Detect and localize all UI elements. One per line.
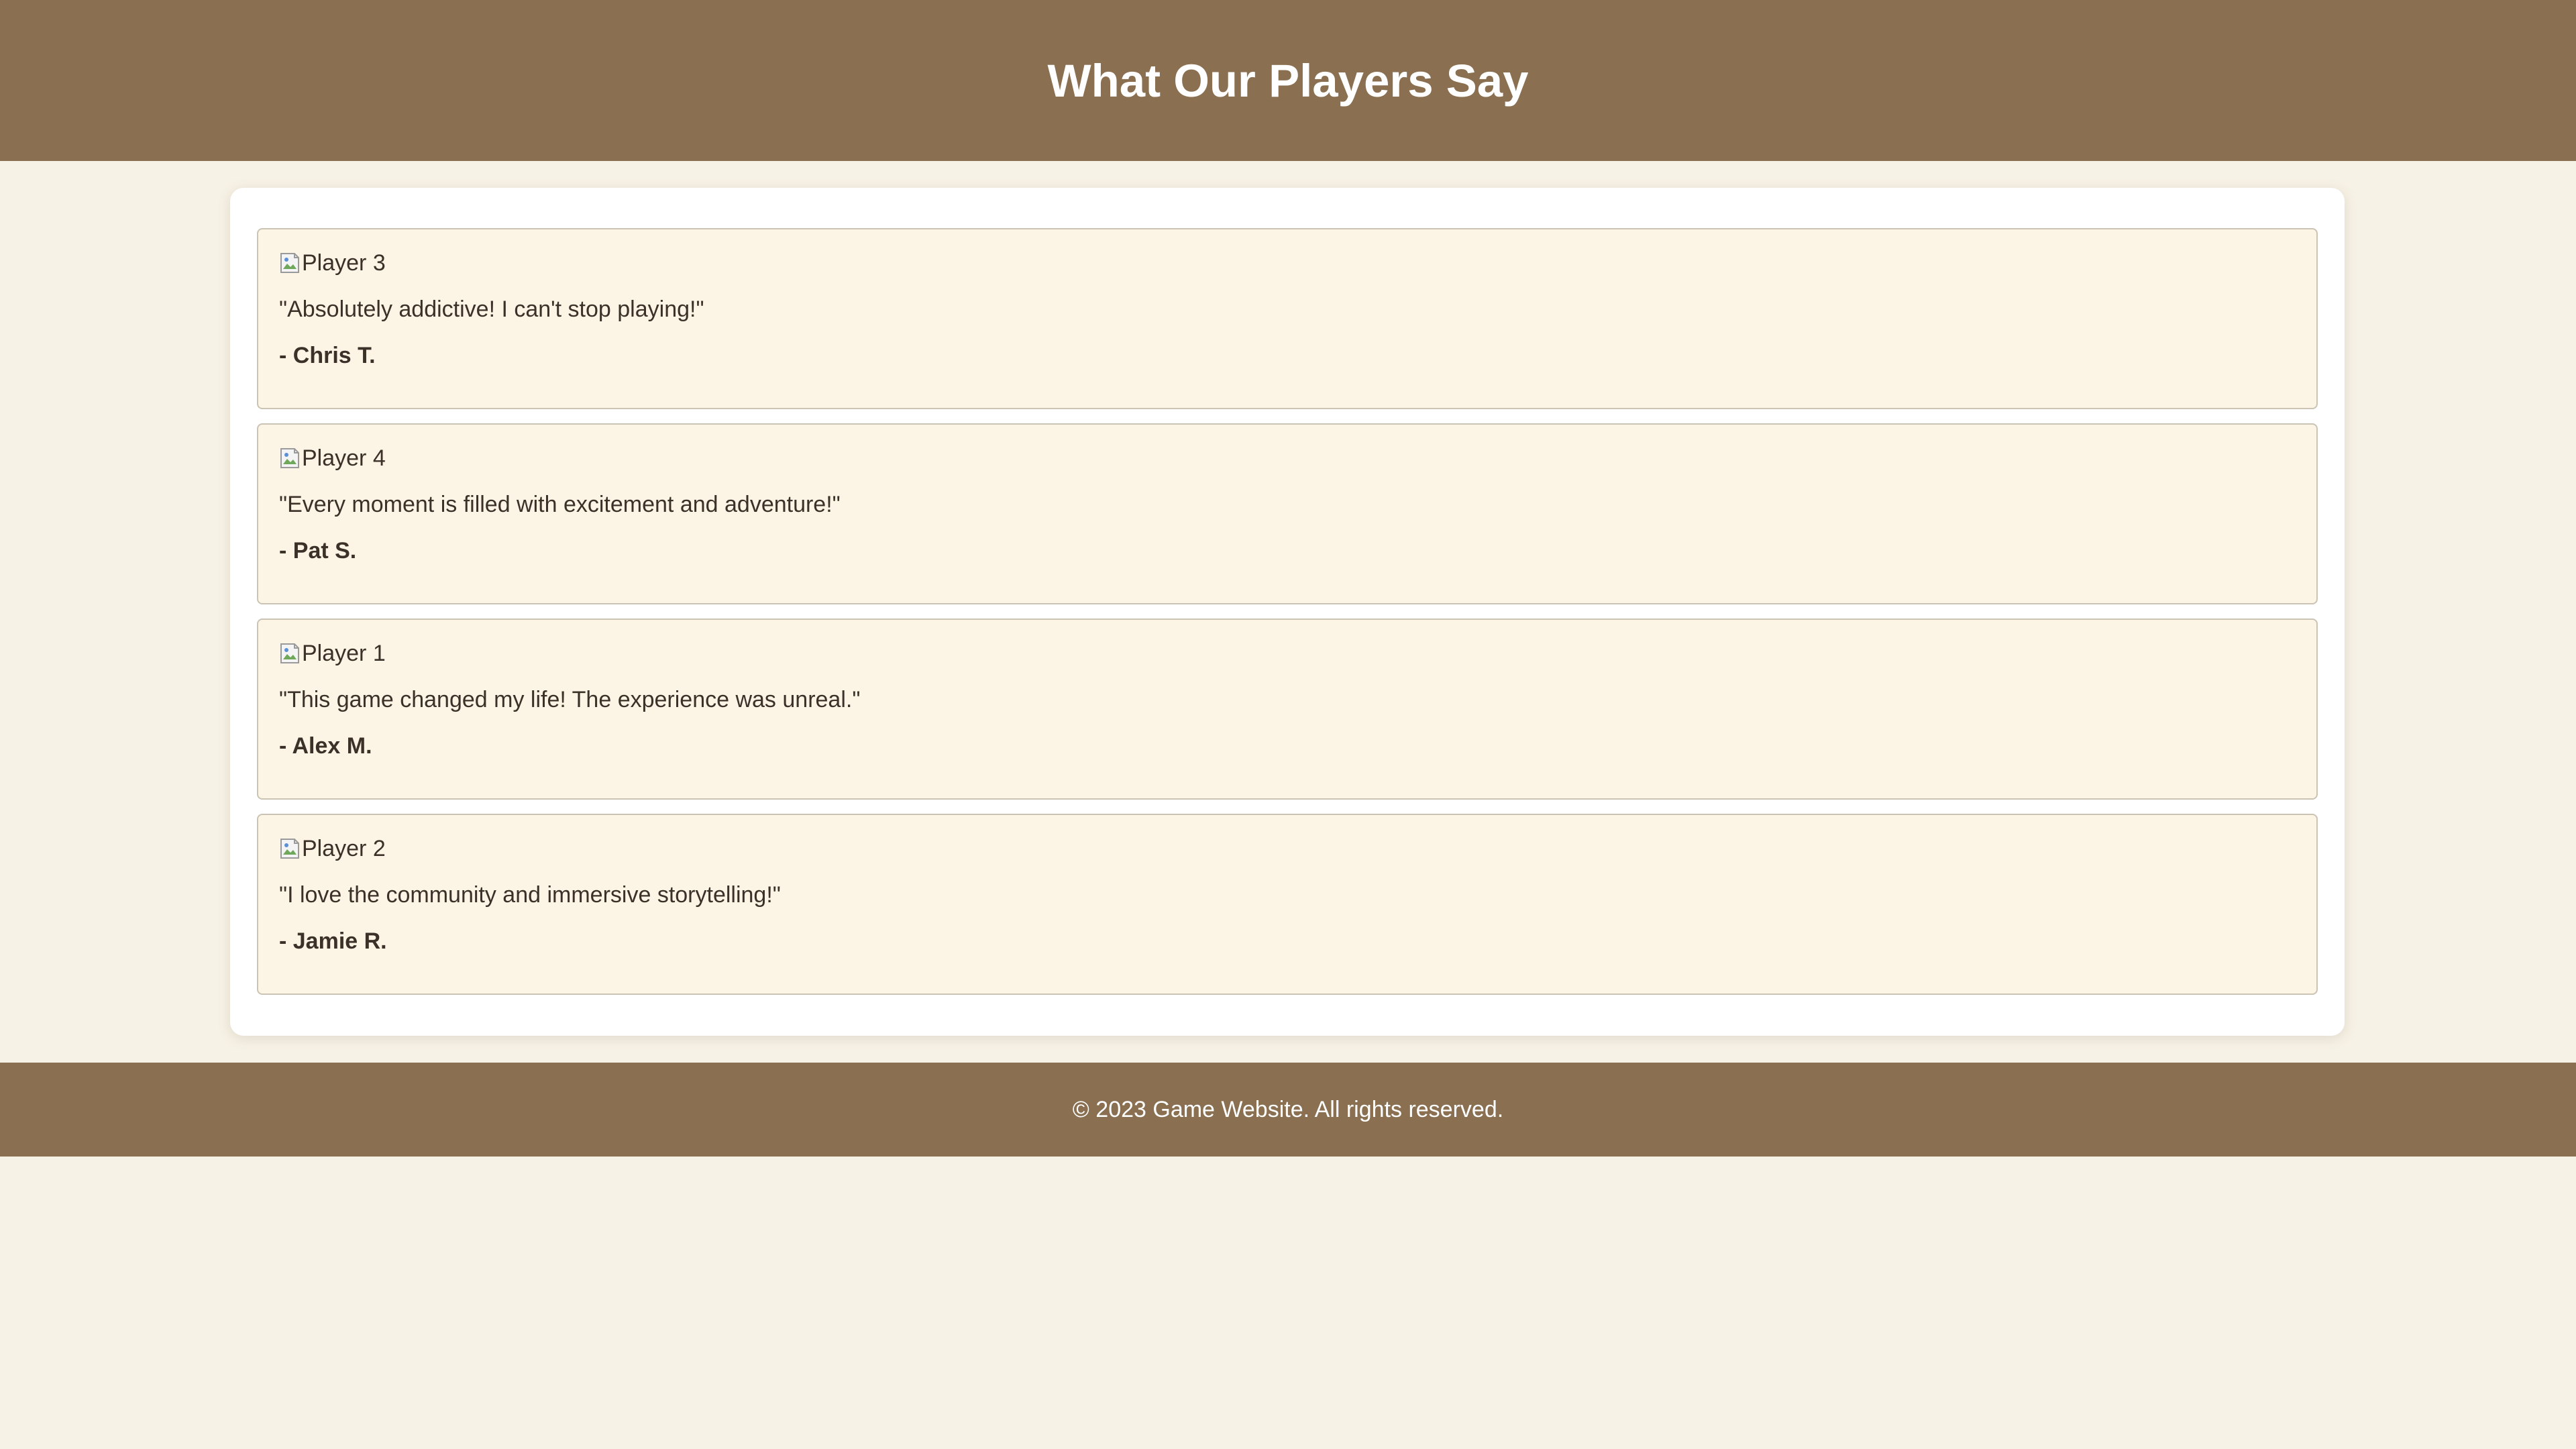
broken-image-icon	[279, 252, 301, 274]
testimonial-author: - Alex M.	[279, 733, 372, 759]
player-avatar-alt: Player 3	[302, 250, 386, 276]
testimonial-quote: "Every moment is filled with excitement …	[279, 492, 841, 517]
testimonial-quote: "This game changed my life! The experien…	[279, 687, 861, 712]
site-footer: © 2023 Game Website. All rights reserved…	[0, 1063, 2576, 1157]
player-avatar: Player 2	[279, 834, 2296, 863]
testimonial-author: - Pat S.	[279, 538, 357, 564]
broken-image-icon	[279, 837, 301, 860]
player-avatar: Player 3	[279, 248, 2296, 278]
broken-image-icon	[279, 447, 301, 470]
player-avatar: Player 1	[279, 639, 2296, 668]
page-title: What Our Players Say	[1047, 54, 1529, 107]
testimonial-author: - Jamie R.	[279, 928, 387, 954]
testimonial-card: Player 4 "Every moment is filled with ex…	[257, 423, 2318, 604]
testimonials-panel: Player 3 "Absolutely addictive! I can't …	[230, 188, 2345, 1036]
copyright-text: © 2023 Game Website. All rights reserved…	[1072, 1096, 1504, 1122]
broken-image-icon	[279, 642, 301, 665]
testimonial-quote: "Absolutely addictive! I can't stop play…	[279, 297, 704, 322]
player-avatar-alt: Player 1	[302, 640, 386, 666]
testimonial-card: Player 1 "This game changed my life! The…	[257, 619, 2318, 800]
player-avatar: Player 4	[279, 443, 2296, 473]
player-avatar-alt: Player 4	[302, 445, 386, 471]
testimonial-card: Player 3 "Absolutely addictive! I can't …	[257, 228, 2318, 409]
testimonial-card: Player 2 "I love the community and immer…	[257, 814, 2318, 995]
player-avatar-alt: Player 2	[302, 835, 386, 861]
testimonial-quote: "I love the community and immersive stor…	[279, 882, 781, 908]
testimonial-author: - Chris T.	[279, 343, 376, 368]
site-header: What Our Players Say	[0, 0, 2576, 161]
